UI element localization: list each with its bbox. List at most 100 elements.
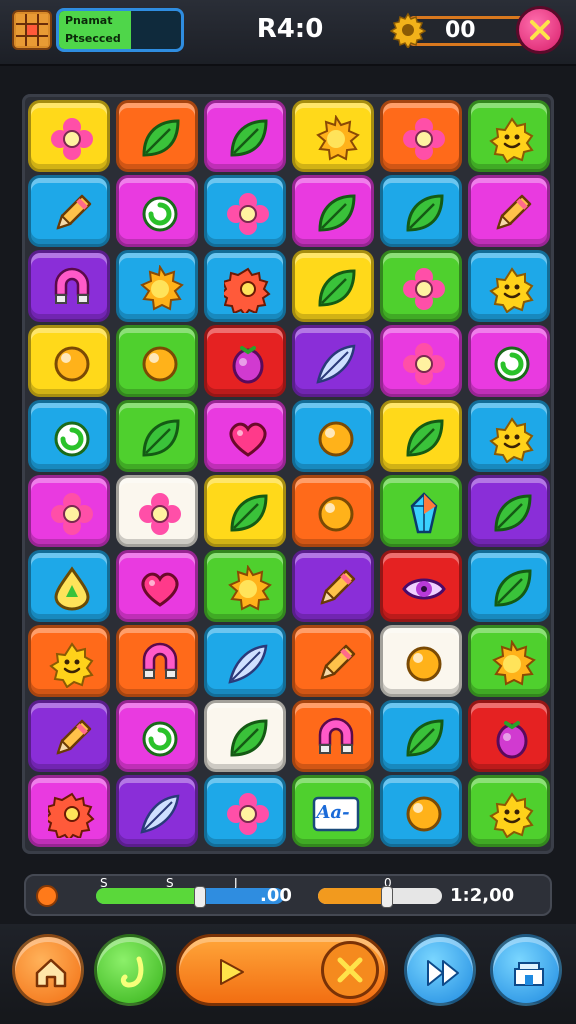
player-status: Ptsecced [65, 32, 121, 45]
tile-orange[interactable] [292, 475, 374, 547]
smiley-icon [489, 792, 534, 838]
tile-blue[interactable] [28, 550, 110, 622]
confirm-button[interactable] [94, 934, 166, 1006]
tile-orange[interactable] [116, 100, 198, 172]
crystal-icon [410, 492, 438, 534]
tile-purple[interactable] [292, 325, 374, 397]
leaf-icon [230, 494, 268, 532]
fast-forward-button[interactable] [404, 934, 476, 1006]
tile-orange[interactable] [28, 625, 110, 697]
close-button[interactable] [516, 6, 564, 54]
leaf-icon [494, 569, 532, 607]
tile-magenta[interactable] [116, 700, 198, 772]
eye-icon [402, 578, 446, 600]
leaf-icon [230, 119, 268, 157]
tile-green[interactable] [380, 475, 462, 547]
tile-magenta[interactable] [292, 175, 374, 247]
tile-green[interactable]: Aa- [292, 775, 374, 847]
tile-purple[interactable] [468, 475, 550, 547]
tile-red[interactable] [204, 325, 286, 397]
tile-green[interactable] [468, 100, 550, 172]
tile-purple[interactable] [116, 775, 198, 847]
tile-blue[interactable] [204, 775, 286, 847]
tile-yellow[interactable] [28, 325, 110, 397]
tile-blue[interactable] [468, 550, 550, 622]
pencil-icon [496, 194, 532, 230]
tile-orange[interactable] [292, 700, 374, 772]
tile-magenta[interactable] [116, 175, 198, 247]
tile-green[interactable] [468, 775, 550, 847]
cancel-icon [337, 957, 363, 983]
tile-yellow[interactable] [292, 250, 374, 322]
tile-blue[interactable] [204, 175, 286, 247]
tile-yellow[interactable] [380, 400, 462, 472]
play-button[interactable] [176, 934, 388, 1006]
tile-green[interactable] [116, 325, 198, 397]
tile-yellow[interactable] [204, 475, 286, 547]
tile-blue[interactable] [204, 625, 286, 697]
player-profile[interactable]: Pnamat Ptsecced [56, 8, 184, 52]
gear-icon [224, 267, 271, 313]
tile-red[interactable] [468, 700, 550, 772]
orb-icon [142, 346, 178, 382]
smiley-icon [49, 642, 94, 688]
tile-magenta[interactable] [204, 400, 286, 472]
tile-red[interactable] [380, 550, 462, 622]
tile-purple[interactable] [292, 550, 374, 622]
flower-icon [51, 118, 93, 160]
tile-orange[interactable] [380, 100, 462, 172]
gear-icon[interactable] [390, 12, 426, 48]
tile-orange[interactable] [116, 625, 198, 697]
pencil-icon [320, 569, 356, 605]
tile-magenta[interactable] [204, 100, 286, 172]
grid-logo-icon[interactable] [12, 10, 52, 50]
shop-icon [514, 962, 544, 986]
flower-icon [227, 193, 269, 235]
tile-blue[interactable] [468, 250, 550, 322]
home-button[interactable] [12, 934, 84, 1006]
shop-button[interactable] [490, 934, 562, 1006]
tile-purple[interactable] [28, 700, 110, 772]
tile-blue[interactable] [380, 175, 462, 247]
tile-orange[interactable] [292, 625, 374, 697]
flower-icon [139, 493, 181, 535]
tile-blue[interactable] [380, 775, 462, 847]
tile-yellow[interactable] [292, 100, 374, 172]
swirl-icon [142, 196, 178, 232]
tile-blue[interactable] [204, 250, 286, 322]
tile-white[interactable] [204, 700, 286, 772]
tile-magenta[interactable] [380, 325, 462, 397]
tile-green[interactable] [468, 625, 550, 697]
tile-blue[interactable] [28, 400, 110, 472]
tile-blue[interactable] [116, 250, 198, 322]
tile-magenta[interactable] [28, 475, 110, 547]
right-progress-fill [318, 888, 387, 904]
cancel-button[interactable] [321, 941, 379, 999]
tile-magenta[interactable] [468, 325, 550, 397]
tile-magenta[interactable] [28, 775, 110, 847]
tile-magenta[interactable] [116, 550, 198, 622]
tile-blue[interactable] [380, 700, 462, 772]
tile-yellow[interactable] [28, 100, 110, 172]
leaf-icon [406, 719, 444, 757]
close-icon [530, 20, 550, 40]
play-icon [220, 959, 244, 985]
tile-white[interactable] [116, 475, 198, 547]
tile-magenta[interactable] [468, 175, 550, 247]
fast-forward-icon [427, 960, 459, 986]
smiley-icon [489, 417, 534, 463]
drop-icon [54, 566, 90, 611]
tile-green[interactable] [204, 550, 286, 622]
swirl-icon [142, 721, 178, 757]
tile-purple[interactable] [28, 250, 110, 322]
tile-green[interactable] [380, 250, 462, 322]
pencil-icon [56, 194, 92, 230]
left-progress-knob[interactable] [194, 886, 207, 908]
tile-blue[interactable] [468, 400, 550, 472]
tile-blue[interactable] [28, 175, 110, 247]
level-progress-panel: S S J .00 0 1:2,00 [24, 874, 552, 916]
right-progress-knob[interactable] [381, 886, 394, 908]
tile-white[interactable] [380, 625, 462, 697]
tile-blue[interactable] [292, 400, 374, 472]
tile-green[interactable] [116, 400, 198, 472]
